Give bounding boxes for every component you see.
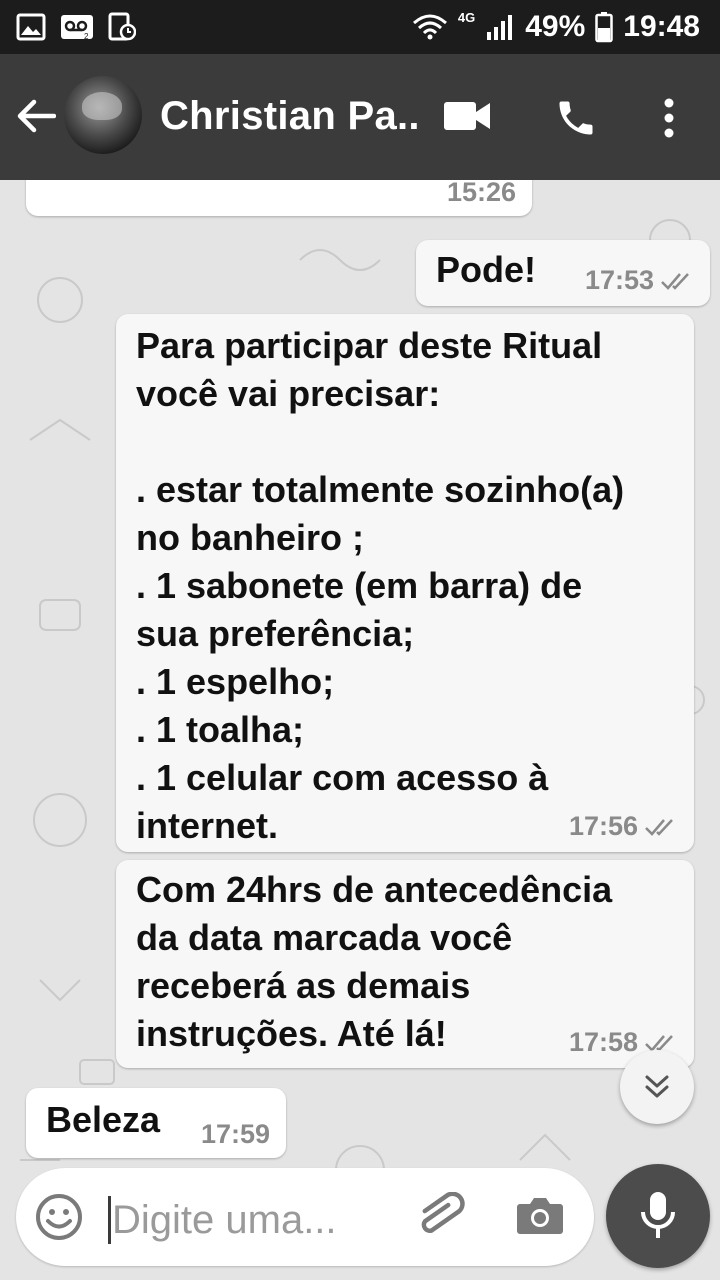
emoji-icon[interactable] — [34, 1192, 84, 1242]
scroll-to-bottom-button[interactable] — [620, 1050, 694, 1124]
wifi-icon — [412, 14, 447, 40]
svg-text:2: 2 — [84, 32, 89, 41]
back-arrow-icon[interactable] — [16, 98, 56, 134]
double-check-icon — [645, 818, 673, 836]
status-bar: 2 4G 49% 19:48 — [0, 0, 720, 54]
message-composer: Digite uma... — [16, 1168, 594, 1266]
message-bubble-incoming[interactable]: 15:26 — [26, 180, 532, 216]
double-chevron-down-icon — [645, 1075, 669, 1098]
contact-avatar[interactable] — [64, 76, 142, 154]
message-bubble-outgoing[interactable]: Para participar deste Ritual você vai pr… — [116, 314, 694, 852]
status-notification-icons: 2 — [16, 12, 136, 42]
message-text: Pode! — [436, 249, 537, 290]
chat-header: Christian Pa... — [0, 54, 720, 180]
image-icon — [16, 13, 46, 41]
message-bubble-outgoing[interactable]: Com 24hrs de antecedência da data marcad… — [116, 860, 694, 1068]
screenshot-icon — [108, 12, 136, 41]
more-vert-icon[interactable] — [662, 98, 676, 138]
battery-icon — [595, 12, 614, 43]
message-time: 17:58 — [568, 1027, 638, 1057]
status-system-icons: 4G 49% 19:48 — [412, 0, 700, 54]
network-type: 4G — [457, 9, 476, 25]
video-call-icon[interactable] — [444, 100, 492, 132]
contact-name[interactable]: Christian Pa... — [160, 94, 422, 139]
attach-icon[interactable] — [414, 1192, 468, 1242]
message-time: 17:59 — [200, 1119, 270, 1149]
message-meta: 17:56 — [569, 811, 678, 842]
signal-icon — [487, 15, 513, 40]
message-meta: 15:26 — [447, 180, 516, 208]
camera-icon[interactable] — [516, 1194, 564, 1236]
mic-button[interactable] — [606, 1164, 710, 1268]
message-text: Beleza — [46, 1099, 161, 1140]
message-text: Para participar deste Ritual você vai pr… — [136, 325, 625, 846]
message-bubble-outgoing[interactable]: Pode! 17:53 — [416, 240, 710, 306]
message-time: 17:56 — [568, 811, 638, 841]
message-bubble-incoming[interactable]: Beleza 17:59 — [26, 1088, 286, 1158]
message-list[interactable]: 15:26 Pode! 17:53 Para participar deste … — [0, 180, 720, 1280]
phone-icon[interactable] — [554, 96, 598, 140]
message-meta: 17:53 — [585, 265, 694, 296]
message-time: 17:53 — [584, 265, 654, 295]
text-cursor — [108, 1196, 111, 1244]
message-text: Com 24hrs de antecedência da data marcad… — [136, 869, 613, 1054]
message-input[interactable]: Digite uma... — [112, 1198, 337, 1243]
message-meta: 17:59 — [201, 1119, 270, 1150]
message-time: 15:26 — [446, 180, 516, 207]
battery-percent: 49% — [525, 10, 586, 43]
voicemail-icon: 2 — [61, 15, 93, 41]
double-check-icon — [661, 272, 689, 290]
clock: 19:48 — [623, 10, 700, 43]
mic-icon — [641, 1192, 675, 1238]
